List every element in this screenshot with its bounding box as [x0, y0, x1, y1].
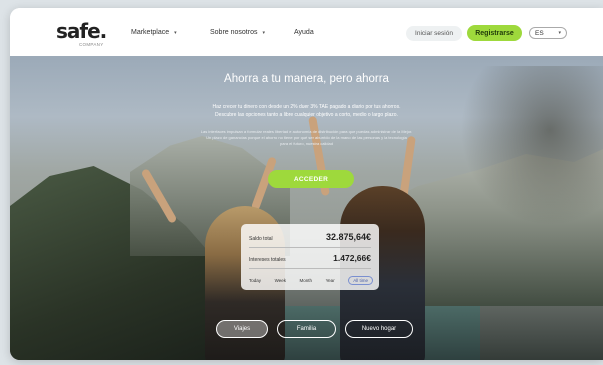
logo[interactable]: safe. COMPANY [56, 19, 107, 47]
nav-item-label: Marketplace [131, 29, 170, 36]
total-balance-value: 32.875,64€ [325, 232, 371, 242]
total-interest-label: Intereses totales [249, 257, 286, 263]
nav-item-ayuda[interactable]: Ayuda [294, 29, 314, 36]
period-all-time[interactable]: All time [348, 276, 373, 285]
background-tree [460, 66, 603, 226]
goal-chip-nuevo-hogar[interactable]: Nuevo hogar [345, 320, 413, 338]
total-interest-row: Intereses totales 1.472,66€ [249, 253, 371, 263]
nav-item-label: Sobre nosotros [210, 29, 258, 36]
hero-title: Ahorra a tu manera, pero ahorra [224, 73, 389, 85]
hero-subtitle: Haz crecer tu dinero con desde un 2% due… [10, 104, 603, 119]
logo-tagline: COMPANY [79, 42, 104, 47]
hero-subtitle-line: Descubre las opciones tanto a libre cual… [215, 111, 398, 118]
goal-chip-viajes[interactable]: Viajes [216, 320, 268, 338]
hero-section: Ahorra a tu manera, pero ahorra Haz crec… [10, 56, 603, 360]
logo-wordmark: safe. [56, 19, 107, 43]
hero-fine-print-line: para el futuro, nuestra calidad [280, 141, 333, 146]
period-week[interactable]: Week [275, 278, 286, 283]
top-navigation: safe. COMPANY Marketplace ▾ Sobre nosotr… [10, 8, 603, 56]
nav-item-sobre-nosotros[interactable]: Sobre nosotros ▾ [210, 29, 265, 36]
access-button[interactable]: ACCEDER [268, 170, 354, 188]
period-selector: Today Week Month Year All time [249, 276, 373, 285]
total-balance-row: Saldo total 32.875,64€ [249, 232, 371, 242]
hero-subtitle-line: Haz crecer tu dinero con desde un 2% due… [212, 104, 401, 110]
nav-item-label: Ayuda [294, 29, 314, 36]
divider [249, 247, 371, 248]
browser-frame: safe. COMPANY Marketplace ▾ Sobre nosotr… [10, 8, 603, 360]
period-today[interactable]: Today [249, 278, 261, 283]
goal-chip-familia[interactable]: Familia [277, 320, 336, 338]
total-balance-label: Saldo total [249, 236, 273, 242]
divider [249, 268, 371, 269]
period-year[interactable]: Year [326, 278, 335, 283]
total-interest-value: 1.472,66€ [333, 253, 371, 263]
language-value: ES [535, 29, 544, 37]
chevron-down-icon: ▾ [558, 30, 561, 36]
hero-fine-print: Las interfaces impulsan a formular reale… [180, 129, 433, 147]
nav-item-marketplace[interactable]: Marketplace ▾ [131, 29, 177, 36]
balance-summary-card: Saldo total 32.875,64€ Intereses totales… [241, 224, 379, 290]
language-selector[interactable]: ES ▾ [529, 27, 567, 39]
chevron-down-icon: ▾ [262, 29, 265, 36]
login-button[interactable]: Iniciar sesión [406, 26, 462, 41]
chevron-down-icon: ▾ [174, 29, 177, 36]
register-button[interactable]: Registrarse [467, 25, 522, 41]
period-month[interactable]: Month [300, 278, 313, 283]
